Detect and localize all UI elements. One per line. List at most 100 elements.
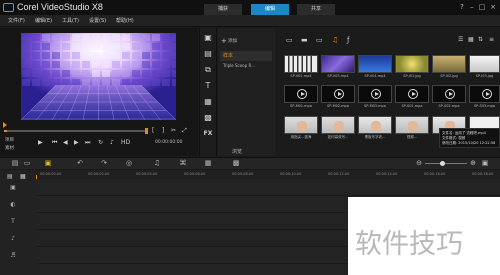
split-clip-icon[interactable]: ✂ xyxy=(171,127,176,135)
library-thumbnail[interactable] xyxy=(395,85,429,103)
folder-icon[interactable]: ▭ xyxy=(286,36,293,44)
add-folder-icon[interactable]: + xyxy=(221,37,227,45)
repeat-icon[interactable]: ↻ xyxy=(98,139,103,147)
trim-start-marker-icon[interactable] xyxy=(3,122,9,128)
zoom-slider-handle[interactable] xyxy=(440,161,445,166)
thumbnail-label: SP-M03.mpa xyxy=(364,104,386,108)
previous-frame-icon[interactable]: ◀ xyxy=(63,139,68,147)
library-thumbnail[interactable] xyxy=(432,55,466,73)
end-icon[interactable]: ⏭ xyxy=(85,139,90,147)
motion-tracking-icon[interactable]: ⌘ xyxy=(178,159,188,167)
mark-out-icon[interactable]: ] xyxy=(162,127,164,135)
overlay-track-icon[interactable]: ◐ xyxy=(8,201,18,209)
library-thumbnail[interactable] xyxy=(469,85,500,103)
timeline-view-icon[interactable]: ▭ xyxy=(22,159,32,167)
library-thumbnail[interactable] xyxy=(395,55,429,73)
video-track-icon[interactable]: ▣ xyxy=(8,184,18,192)
track-visibility-icon[interactable]: ▤ xyxy=(7,173,13,180)
preview-window[interactable] xyxy=(21,33,176,120)
menu-edit[interactable]: 编辑(E) xyxy=(35,17,52,24)
folder-sample[interactable]: 样本 xyxy=(220,51,272,61)
library-thumbnail[interactable] xyxy=(284,55,318,73)
thumbnail-label: SP-M01.mpa xyxy=(290,104,312,108)
zoom-out-icon[interactable]: ⊖ xyxy=(414,159,424,167)
library-thumbnail[interactable] xyxy=(395,116,429,134)
mode-clip[interactable]: 素材 xyxy=(5,145,14,151)
ruler-tick-label: 00:00:04:00 xyxy=(136,172,158,176)
library-thumbnail[interactable] xyxy=(284,116,318,134)
tab-share[interactable]: 共享 xyxy=(297,4,335,15)
media-icon[interactable]: ▣ xyxy=(202,32,214,43)
resolution-badge[interactable]: HD xyxy=(121,139,130,147)
title-icon[interactable]: T xyxy=(202,80,214,91)
play-button[interactable]: ▶ xyxy=(38,139,43,147)
minimize-icon[interactable]: – xyxy=(468,3,476,11)
undo-icon[interactable]: ↶ xyxy=(75,159,85,167)
library-thumbnail[interactable] xyxy=(432,85,466,103)
multi-camera-icon[interactable]: ▩ xyxy=(231,159,241,167)
ripple-edit-icon[interactable]: ▦ xyxy=(20,173,26,180)
sort-icon[interactable]: ⇅ xyxy=(478,36,483,43)
ruler-tick-label: 00:00:06:00 xyxy=(184,172,206,176)
home-icon[interactable]: ⏮ xyxy=(52,139,57,147)
zoom-in-icon[interactable]: ⊕ xyxy=(468,159,478,167)
fx-icon[interactable]: FX xyxy=(202,128,214,139)
track-manager-icon[interactable]: ▣ xyxy=(43,159,53,167)
mode-project[interactable]: 项目 xyxy=(5,137,14,143)
title-track-icon[interactable]: T xyxy=(8,218,18,226)
folder-triple-scoop[interactable]: Triple Scoop R... xyxy=(220,61,272,71)
zoom-slider[interactable] xyxy=(425,163,467,164)
add-folder-label[interactable]: 添加 xyxy=(228,38,237,44)
library-thumbnail[interactable] xyxy=(358,55,392,73)
list-view-icon[interactable]: ☰ xyxy=(458,36,463,43)
voice-track-icon[interactable]: ♪ xyxy=(8,235,18,243)
options-icon[interactable]: ≡ xyxy=(489,36,494,43)
video-track[interactable] xyxy=(36,181,500,196)
library-thumbnail[interactable] xyxy=(321,116,355,134)
graphic-icon[interactable]: ▦ xyxy=(202,96,214,107)
audio-clip-icon xyxy=(297,89,307,99)
mark-in-icon[interactable]: [ xyxy=(152,127,154,135)
instant-project-icon[interactable]: ▤ xyxy=(202,48,214,59)
storyboard-view-icon[interactable]: ▤ xyxy=(10,159,20,167)
thumbnail-label: SP-V04.mp4 xyxy=(364,74,386,78)
library-thumbnail[interactable] xyxy=(358,85,392,103)
volume-icon[interactable]: ♪ xyxy=(110,139,114,147)
subtitle-editor-icon[interactable]: ▦ xyxy=(203,159,213,167)
redo-icon[interactable]: ↷ xyxy=(99,159,109,167)
close-icon[interactable]: × xyxy=(489,3,497,11)
menu-settings[interactable]: 设置(S) xyxy=(89,17,106,24)
tab-edit[interactable]: 编辑 xyxy=(251,4,289,15)
audio-filter-icon[interactable]: ♫ xyxy=(332,36,338,44)
maximize-icon[interactable]: □ xyxy=(478,3,486,11)
next-frame-icon[interactable]: ▶ xyxy=(74,139,79,147)
menu-tools[interactable]: 工具(T) xyxy=(62,17,79,24)
transition-icon[interactable]: ⧉ xyxy=(202,64,214,75)
library-thumbnail[interactable] xyxy=(321,55,355,73)
auto-music-icon[interactable]: ♫ xyxy=(152,159,162,167)
library-thumbnail[interactable] xyxy=(284,85,318,103)
library-thumbnail[interactable] xyxy=(321,85,355,103)
video-filter-icon[interactable]: ▬ xyxy=(301,36,308,44)
timecode[interactable]: 00:00:00:00 xyxy=(155,140,182,145)
library-thumbnail[interactable] xyxy=(469,55,500,73)
tab-capture[interactable]: 捕获 xyxy=(204,4,242,15)
trim-end-marker-icon[interactable] xyxy=(145,128,148,134)
library-thumbnail[interactable] xyxy=(358,116,392,134)
fit-project-icon[interactable]: ▣ xyxy=(480,159,490,167)
help-icon[interactable]: ? xyxy=(458,3,466,11)
photo-filter-icon[interactable]: ▭ xyxy=(316,36,323,44)
menu-file[interactable]: 文件(F) xyxy=(8,17,25,24)
browse-label[interactable]: 浏览 xyxy=(232,148,242,155)
thumbnail-label: SP-I03.jpg xyxy=(475,74,494,78)
scrub-bar[interactable] xyxy=(4,130,147,132)
grid-view-icon[interactable]: ▦ xyxy=(468,36,474,43)
record-capture-icon[interactable]: ◎ xyxy=(124,159,134,167)
thumbnail-label: 视频... xyxy=(406,135,418,139)
fx-filter-icon[interactable]: ƒ xyxy=(347,36,349,44)
ruler-tick-label: 00:00:18:00 xyxy=(472,172,494,176)
menu-help[interactable]: 帮助(H) xyxy=(116,17,134,24)
fullscreen-icon[interactable]: ⤢ xyxy=(182,127,187,135)
music-track-icon[interactable]: ♬ xyxy=(8,252,18,260)
filter-icon[interactable]: ▩ xyxy=(202,112,214,123)
